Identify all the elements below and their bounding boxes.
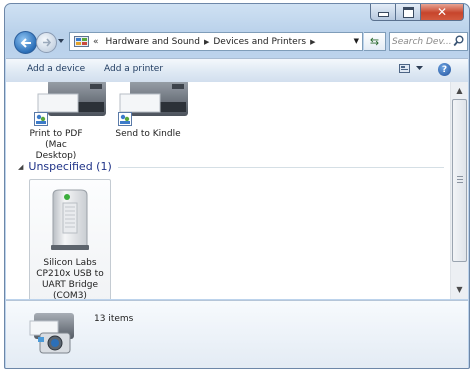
breadcrumb-arrow-icon[interactable]: ▶	[310, 38, 315, 46]
caption-buttons: ✕	[370, 4, 464, 22]
forward-arrow-icon	[42, 38, 51, 47]
add-printer-button[interactable]: Add a printer	[104, 64, 163, 74]
shared-badge-icon	[34, 112, 48, 126]
device-label: Send to Kindle	[115, 129, 181, 139]
breadcrumb-devices-and-printers[interactable]: Devices and Printers	[213, 37, 306, 47]
device-label: Silicon Labs	[43, 258, 97, 268]
minimize-button[interactable]	[370, 4, 396, 21]
grip-line	[457, 179, 463, 180]
search-input[interactable]	[392, 34, 452, 49]
overflow-chevron-icon[interactable]: «	[93, 37, 99, 47]
shared-badge-icon	[118, 112, 132, 126]
device-label: CP210x USB to	[36, 269, 104, 279]
refresh-button[interactable]: ⇆	[364, 32, 386, 51]
search-box[interactable]	[389, 32, 468, 51]
grip-line	[457, 176, 463, 177]
group-header-unspecified[interactable]: ◢ Unspecified (1)	[18, 160, 444, 173]
collapse-arrow-icon[interactable]: ◢	[18, 163, 23, 171]
help-icon: ?	[441, 64, 448, 75]
maximize-button[interactable]	[396, 4, 421, 21]
device-label: (COM3)	[53, 291, 87, 299]
add-device-button[interactable]: Add a device	[27, 64, 85, 74]
vertical-scrollbar[interactable]: ▲ ▼	[450, 82, 468, 299]
printer-camera-icon	[29, 313, 74, 354]
scroll-down-arrow-icon[interactable]: ▼	[452, 282, 467, 297]
group-divider	[118, 167, 444, 168]
item-count: 13 items	[94, 314, 134, 324]
search-icon	[453, 35, 464, 47]
control-panel-icon	[74, 36, 89, 47]
change-view-button[interactable]	[399, 64, 423, 73]
address-dropdown-icon[interactable]: ▼	[354, 37, 359, 45]
command-bar: Add a device Add a printer ?	[6, 58, 468, 83]
address-bar[interactable]: « Hardware and Sound ▶ Devices and Print…	[69, 32, 363, 51]
details-pane: 13 items	[6, 300, 468, 368]
usb-device-icon	[51, 189, 89, 250]
breadcrumb-arrow-icon[interactable]: ▶	[204, 38, 209, 46]
view-dropdown-icon	[416, 66, 423, 70]
scroll-thumb[interactable]	[452, 99, 467, 262]
scroll-up-arrow-icon[interactable]: ▲	[452, 83, 467, 98]
device-label: Print to PDF (Mac	[29, 129, 83, 150]
refresh-icon: ⇆	[369, 35, 380, 48]
close-icon: ✕	[436, 5, 448, 19]
view-options-icon	[399, 64, 410, 73]
device-label: UART Bridge	[41, 280, 99, 290]
group-title: Unspecified (1)	[28, 160, 112, 173]
close-button[interactable]: ✕	[421, 4, 464, 21]
grip-line	[457, 182, 463, 183]
maximize-icon	[402, 6, 414, 18]
forward-button[interactable]	[36, 32, 57, 53]
back-button[interactable]	[14, 31, 37, 54]
navigation-bar: « Hardware and Sound ▶ Devices and Print…	[11, 29, 468, 55]
breadcrumb-hardware-and-sound[interactable]: Hardware and Sound	[106, 37, 200, 47]
devices-view: Print to PDF (Mac Desktop) Send to Kindl…	[6, 82, 450, 299]
explorer-window: ✕ « Hardware and Sound ▶ Devices and Pri…	[4, 3, 470, 369]
device-silicon-labs-cp210x[interactable]: Silicon Labs CP210x USB to UART Bridge (…	[29, 179, 111, 299]
recent-pages-dropdown-icon[interactable]	[57, 38, 65, 44]
help-button[interactable]: ?	[438, 63, 451, 76]
back-arrow-icon	[20, 37, 31, 48]
minimize-icon	[377, 12, 389, 17]
